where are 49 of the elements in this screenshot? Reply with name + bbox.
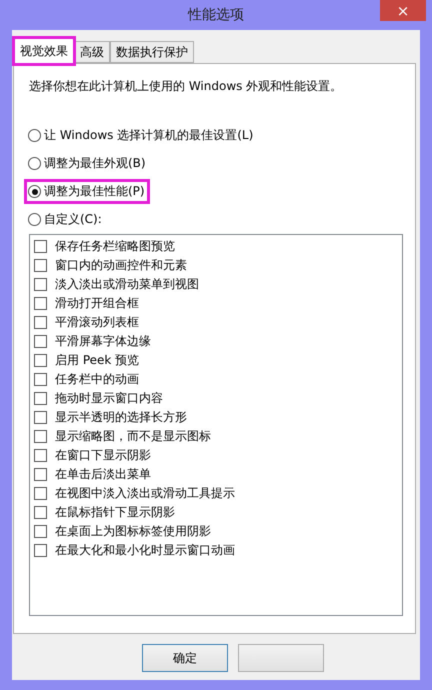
checkbox[interactable] xyxy=(34,258,47,272)
checkbox[interactable] xyxy=(34,468,47,480)
radio-button[interactable] xyxy=(28,185,41,198)
checkbox-label: 在单击后淡出菜单 xyxy=(55,466,151,482)
radio-option[interactable]: 自定义(C): xyxy=(26,209,105,230)
checkbox-label: 滑动打开组合框 xyxy=(55,294,139,312)
checkbox[interactable] xyxy=(34,506,47,518)
checkbox[interactable] xyxy=(34,316,47,328)
checkbox-label: 窗口内的动画控件和元素 xyxy=(55,256,187,274)
window-title: 性能选项 xyxy=(188,6,244,24)
checkbox[interactable] xyxy=(34,544,47,556)
checkbox-label: 平滑屏幕字体边缘 xyxy=(55,332,151,350)
checkbox[interactable] xyxy=(34,448,47,462)
checkbox[interactable] xyxy=(34,354,47,366)
radio-option[interactable]: 调整为最佳外观(B) xyxy=(26,153,149,174)
checkbox[interactable] xyxy=(34,430,47,442)
checkbox-label: 显示缩略图，而不是显示图标 xyxy=(55,428,211,444)
radio-option[interactable]: 让 Windows 选择计算机的最佳设置(L) xyxy=(26,125,256,146)
tab[interactable]: 高级 xyxy=(74,41,110,63)
checkbox-label: 在桌面上为图标标签使用阴影 xyxy=(55,522,211,540)
checkbox[interactable] xyxy=(34,524,47,538)
checkbox[interactable] xyxy=(34,392,47,404)
checkbox-label: 平滑滚动列表框 xyxy=(55,314,139,330)
checkbox-label: 在窗口下显示阴影 xyxy=(55,446,151,464)
tab[interactable]: 数据执行保护 xyxy=(110,41,194,63)
radio-button[interactable] xyxy=(28,129,41,142)
checkbox[interactable] xyxy=(34,486,47,500)
checkbox-label: 在最大化和最小化时显示窗口动画 xyxy=(55,542,235,558)
checkbox[interactable] xyxy=(34,334,47,348)
checkbox-label: 在鼠标指针下显示阴影 xyxy=(55,504,175,520)
intro-text: 选择你想在此计算机上使用的 Windows 外观和性能设置。 xyxy=(29,78,344,95)
checkbox-label: 淡入淡出或滑动菜单到视图 xyxy=(55,276,199,292)
checkbox-label: 显示半透明的选择长方形 xyxy=(55,408,187,426)
checkbox-label: 拖动时显示窗口内容 xyxy=(55,390,163,406)
checkbox[interactable] xyxy=(34,410,47,424)
close-button[interactable]: × xyxy=(380,0,426,21)
checkbox-label: 启用 Peek 预览 xyxy=(55,352,140,368)
radio-option[interactable]: 调整为最佳性能(P) xyxy=(26,181,148,202)
tab[interactable]: 视觉效果 xyxy=(14,38,74,64)
radio-button[interactable] xyxy=(28,213,41,226)
radio-button[interactable] xyxy=(28,157,41,170)
ok-button[interactable]: 确定 xyxy=(142,644,228,672)
checkbox[interactable] xyxy=(34,372,47,386)
checkbox-label: 在视图中淡入淡出或滑动工具提示 xyxy=(55,484,235,502)
checkbox[interactable] xyxy=(34,296,47,310)
checkbox[interactable] xyxy=(34,240,47,252)
checkbox[interactable] xyxy=(34,278,47,290)
checkbox-label: 保存任务栏缩略图预览 xyxy=(55,238,175,254)
checkbox-label: 任务栏中的动画 xyxy=(55,370,139,388)
